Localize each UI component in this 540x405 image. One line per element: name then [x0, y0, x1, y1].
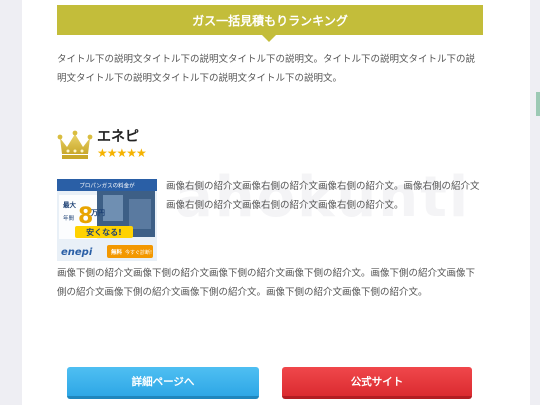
thumb-cta: 今すぐ診断! — [125, 249, 152, 256]
section-title: ガス一括見積もりランキング — [192, 13, 348, 28]
right-description: 画像右側の紹介文画像右側の紹介文画像右側の紹介文。画像右側の紹介文画像右側の紹介… — [166, 181, 480, 211]
banner-pointer — [262, 35, 276, 42]
official-site-button[interactable]: 公式サイト — [282, 367, 472, 399]
thumbnail-graphic: プロパンガスの料金が 最大 8 万円 年間 安くなる! enepi 無料 今すぐ… — [57, 179, 157, 261]
thumb-brand: enepi — [61, 247, 93, 258]
crown-icon — [57, 130, 93, 159]
ranking-header: エネピ ★★★★★ — [57, 126, 257, 162]
company-thumbnail: プロパンガスの料金が 最大 8 万円 年間 安くなる! enepi 無料 今すぐ… — [57, 179, 157, 261]
below-description: 画像下側の紹介文画像下側の紹介文画像下側の紹介文画像下側の紹介文。画像下側の紹介… — [57, 268, 476, 298]
thumb-top-caption: プロパンガスの料金が — [79, 182, 135, 190]
thumb-cta-free: 無料 — [111, 248, 123, 256]
detail-page-button-label: 詳細ページへ — [131, 376, 195, 388]
scroll-accent — [536, 92, 540, 116]
rating-stars-icon: ★★★★★ — [97, 146, 147, 160]
thumb-unit: 万円 — [90, 209, 105, 217]
official-site-button-label: 公式サイト — [350, 376, 404, 388]
detail-page-button[interactable]: 詳細ページへ — [67, 367, 259, 399]
thumb-cheaper: 安くなる! — [86, 227, 122, 237]
intro-text: タイトル下の説明文タイトル下の説明文タイトル下の説明文。タイトル下の説明文タイト… — [57, 54, 476, 84]
section-title-banner: ガス一括見積もりランキング — [57, 5, 483, 35]
company-name: エネピ — [97, 129, 139, 145]
thumb-label-max: 最大 — [63, 200, 77, 209]
thumb-label-year: 年間 — [63, 214, 75, 222]
